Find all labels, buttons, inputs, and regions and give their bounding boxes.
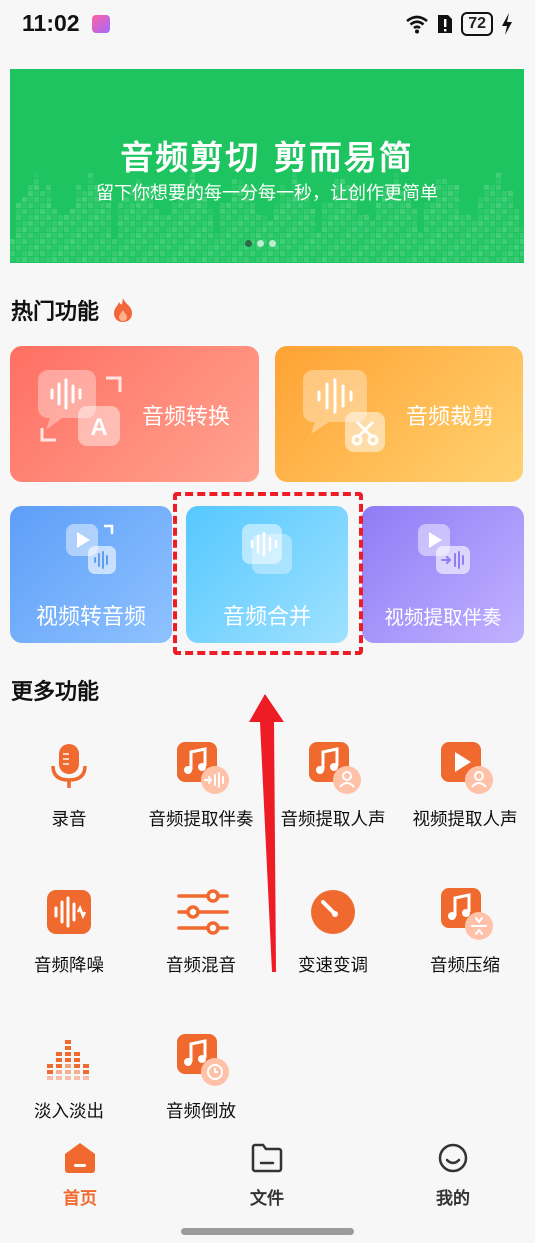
pagination-dot bbox=[257, 240, 264, 247]
fade-bars-icon bbox=[45, 1034, 93, 1082]
pagination-dot bbox=[245, 240, 252, 247]
hot-features-title-text: 热门功能 bbox=[11, 300, 100, 325]
microphone-icon bbox=[45, 742, 93, 790]
video-to-audio-card[interactable]: 视频转音频 bbox=[10, 506, 172, 643]
battery-level: 72 bbox=[461, 12, 493, 36]
grid-item-label: 音频混音 bbox=[166, 956, 236, 976]
grid-item-label: 视频提取人声 bbox=[412, 810, 518, 830]
grid-item-label: 音频压缩 bbox=[430, 956, 500, 976]
video-extract-accompaniment-card[interactable]: 视频提取伴奏 bbox=[362, 506, 524, 643]
grid-item-label: 音频提取伴奏 bbox=[148, 810, 254, 830]
grid-item-label: 录音 bbox=[51, 810, 87, 830]
grid-item-label: 音频倒放 bbox=[166, 1102, 236, 1122]
grid-item-audio-extract-accompaniment[interactable]: 音频提取伴奏 bbox=[135, 742, 267, 831]
tab-files[interactable]: 文件 bbox=[227, 1142, 307, 1209]
svg-text:A: A bbox=[90, 414, 107, 441]
audio-trim-icon bbox=[303, 370, 385, 452]
banner-title: 音频剪切 剪而易简 bbox=[120, 138, 414, 177]
bottom-tab-bar: 首页 文件 我的 bbox=[0, 1130, 535, 1243]
more-features-title: 更多功能 bbox=[11, 680, 100, 705]
home-icon bbox=[65, 1143, 95, 1173]
waveform-icon bbox=[45, 888, 93, 936]
grid-item-label: 音频提取人声 bbox=[280, 810, 386, 830]
charging-icon bbox=[502, 13, 512, 35]
grid-item-audio-compress[interactable]: 音频压缩 bbox=[399, 888, 531, 977]
tab-files-label: 文件 bbox=[250, 1189, 284, 1209]
sim-alert-icon bbox=[438, 15, 453, 33]
grid-item-speed-pitch[interactable]: 变速变调 bbox=[267, 888, 399, 977]
music-note-extract-icon bbox=[177, 742, 229, 794]
video-to-audio-icon bbox=[66, 524, 116, 574]
banner-pagination bbox=[245, 240, 276, 247]
grid-item-audio-extract-vocals[interactable]: 音频提取人声 bbox=[267, 742, 399, 831]
highlight-annotation-box bbox=[173, 492, 363, 655]
video-to-audio-label: 视频转音频 bbox=[35, 605, 146, 630]
grid-item-video-extract-vocals[interactable]: 视频提取人声 bbox=[399, 742, 531, 831]
status-bar: 11:02 72 bbox=[0, 0, 535, 52]
audio-convert-card[interactable]: A 音频转换 bbox=[10, 346, 259, 482]
tab-home-label: 首页 bbox=[63, 1189, 97, 1209]
banner-subtitle: 留下你想要的每一分每一秒，让创作更简单 bbox=[96, 183, 438, 204]
sliders-icon bbox=[177, 888, 229, 936]
pagination-dot bbox=[269, 240, 276, 247]
notification-app-icon bbox=[92, 15, 110, 33]
tab-home[interactable]: 首页 bbox=[40, 1142, 120, 1209]
tab-mine-label: 我的 bbox=[436, 1189, 470, 1209]
folder-icon bbox=[251, 1143, 283, 1173]
audio-convert-label: 音频转换 bbox=[142, 405, 231, 430]
music-note-person-icon bbox=[309, 742, 361, 794]
reverse-clock-icon bbox=[177, 1034, 229, 1086]
status-indicators: 72 bbox=[405, 12, 513, 36]
grid-item-audio-mix[interactable]: 音频混音 bbox=[135, 888, 267, 977]
wifi-icon bbox=[406, 15, 429, 34]
promo-banner[interactable]: 音频剪切 剪而易简 留下你想要的每一分每一秒，让创作更简单 bbox=[10, 69, 524, 263]
flame-icon bbox=[113, 298, 132, 322]
grid-item-label: 音频降噪 bbox=[34, 956, 104, 976]
compress-icon bbox=[441, 888, 493, 940]
speedometer-icon bbox=[309, 888, 357, 936]
grid-item-audio-reverse[interactable]: 音频倒放 bbox=[135, 1034, 267, 1123]
video-extract-accompaniment-icon bbox=[418, 524, 470, 574]
audio-convert-icon: A bbox=[38, 370, 122, 446]
video-extract-accompaniment-label: 视频提取伴奏 bbox=[384, 606, 502, 629]
video-person-icon bbox=[441, 742, 493, 794]
smiley-icon bbox=[438, 1143, 468, 1173]
grid-item-audio-denoise[interactable]: 音频降噪 bbox=[3, 888, 135, 977]
grid-item-label: 变速变调 bbox=[298, 956, 368, 976]
grid-item-label: 淡入淡出 bbox=[34, 1102, 104, 1122]
audio-trim-card[interactable]: 音频裁剪 bbox=[275, 346, 523, 482]
grid-item-record[interactable]: 录音 bbox=[3, 742, 135, 831]
grid-item-fade[interactable]: 淡入淡出 bbox=[3, 1034, 135, 1123]
hot-features-title: 热门功能 bbox=[11, 294, 135, 326]
audio-trim-label: 音频裁剪 bbox=[406, 405, 495, 430]
status-time: 11:02 bbox=[22, 10, 80, 36]
tab-mine[interactable]: 我的 bbox=[413, 1142, 493, 1209]
home-indicator bbox=[181, 1228, 354, 1235]
